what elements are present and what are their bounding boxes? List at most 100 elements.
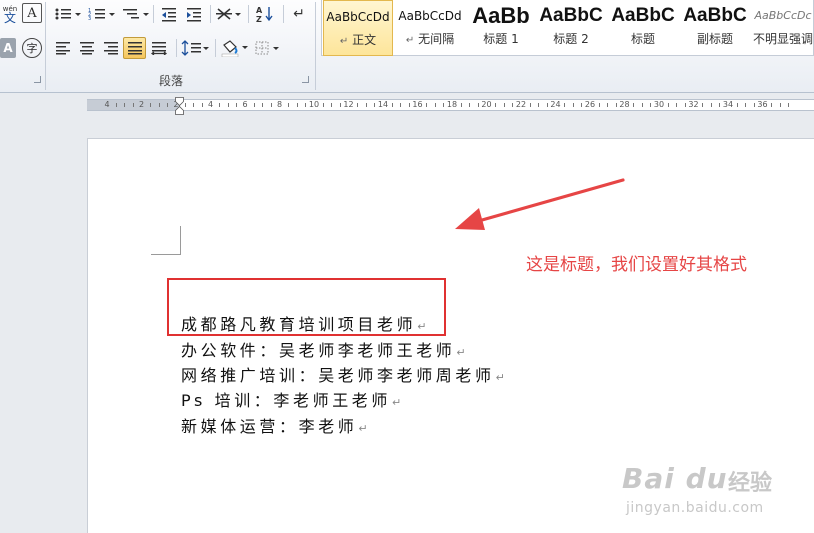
- watermark-url: jingyan.baidu.com: [626, 500, 764, 516]
- ruler-minor-tick: [434, 103, 436, 107]
- character-shading-button[interactable]: A: [0, 38, 16, 58]
- justify-button[interactable]: [123, 37, 146, 59]
- enclose-characters-button[interactable]: 字: [22, 38, 42, 58]
- show-hide-marks-button[interactable]: ↵: [288, 3, 310, 25]
- ruler-minor-tick: [615, 103, 617, 107]
- ruler-minor-tick: [572, 103, 574, 107]
- ruler-minor-tick: [253, 103, 255, 107]
- decrease-indent-icon: [162, 8, 176, 22]
- style-name: 标题 1: [483, 32, 519, 46]
- chinese-layout-icon: [216, 8, 241, 20]
- watermark-logo: Bai du: [622, 462, 728, 495]
- style-subtitle[interactable]: AaBbC 副标题: [680, 0, 750, 56]
- align-left-button[interactable]: [52, 37, 74, 59]
- font-dialog-launcher[interactable]: [34, 76, 41, 83]
- horizontal-ruler[interactable]: 4 2 2 4 6 8 10 12 14 16 18 20 22 24 26 28 30 32 34 36: [87, 99, 814, 111]
- style-preview: AaBbC: [539, 5, 603, 26]
- style-name: 标题 2: [553, 32, 589, 46]
- group-separator: [45, 2, 46, 90]
- distributed-align-button[interactable]: [148, 37, 170, 59]
- style-heading-2[interactable]: AaBbC 标题 2: [536, 0, 606, 56]
- ruler-label: 10: [308, 100, 320, 109]
- ruler-minor-tick: [702, 103, 704, 107]
- paragraph-dialog-launcher[interactable]: [302, 76, 309, 83]
- ruler-minor-tick: [158, 103, 160, 107]
- ruler-minor-tick: [132, 103, 134, 107]
- paragraph-mark: ↵: [417, 320, 427, 333]
- ruler-minor-tick: [115, 103, 117, 107]
- ruler-minor-tick: [503, 103, 505, 107]
- document-line[interactable]: 新媒体运营：李老师↵: [181, 413, 368, 437]
- ruler-minor-tick: [788, 103, 790, 107]
- justify-icon: [127, 42, 142, 55]
- paint-bucket-icon: [221, 40, 248, 57]
- ruler-minor-tick: [443, 103, 445, 107]
- style-normal[interactable]: AaBbCcDd ↵ 正文: [323, 0, 393, 56]
- character-border-button[interactable]: A: [22, 3, 42, 23]
- borders-icon: [255, 41, 279, 55]
- ruler-minor-tick: [124, 103, 126, 107]
- ruler-minor-tick: [598, 103, 600, 107]
- ruler-minor-tick: [676, 103, 678, 107]
- toolbar-separator: [215, 39, 216, 57]
- multilevel-list-button[interactable]: [120, 3, 150, 25]
- toolbar-separator: [210, 5, 211, 23]
- numbering-icon: 1 2 3: [88, 8, 115, 22]
- ruler-minor-tick: [607, 103, 609, 107]
- bullets-button[interactable]: [52, 3, 82, 25]
- ruler-minor-tick: [745, 103, 747, 107]
- style-title[interactable]: AaBbC 标题: [608, 0, 678, 56]
- ruler-minor-tick: [719, 103, 721, 107]
- ruler-label: 4: [104, 100, 110, 109]
- document-line[interactable]: 办公软件：吴老师李老师王老师↵: [181, 337, 466, 361]
- align-center-icon: [80, 42, 94, 55]
- styles-gallery: AaBbCcDd ↵ 正文 AaBbCcDd ↵ 无间隔 AaBb 标题 1 A…: [321, 0, 814, 56]
- ruler-minor-tick: [391, 103, 393, 107]
- style-preview: AaBbCcDd: [398, 9, 462, 23]
- shading-button[interactable]: [219, 37, 249, 59]
- line-text: 办公软件：吴老师李老师王老师: [181, 341, 456, 360]
- document-title-line[interactable]: 成都路凡教育培训项目老师↵: [181, 311, 426, 335]
- ruler-minor-tick: [779, 103, 781, 107]
- style-subtle-emphasis[interactable]: AaBbCcDc 不明显强调: [752, 0, 814, 56]
- indent-marker-icon[interactable]: [175, 97, 184, 117]
- increase-indent-button[interactable]: [183, 3, 205, 25]
- ruler-minor-tick: [331, 103, 333, 107]
- ruler-label: 4: [207, 100, 214, 109]
- sort-icon: A Z: [256, 6, 273, 23]
- ruler-label: 30: [653, 100, 665, 109]
- align-right-button[interactable]: [100, 37, 122, 59]
- baidu-jingyan-watermark: Bai du 经验 jingyan.baidu.com: [622, 462, 772, 518]
- chinese-layout-button[interactable]: [214, 3, 244, 25]
- ruler-label: 26: [584, 100, 596, 109]
- ruler-minor-tick: [546, 103, 548, 107]
- borders-button[interactable]: [253, 37, 283, 59]
- sort-button[interactable]: A Z: [253, 3, 277, 25]
- ruler-label: 36: [757, 100, 768, 109]
- ruler-label: 32: [688, 100, 699, 109]
- ruler-minor-tick: [667, 103, 669, 107]
- paragraph-mark: ↵: [392, 396, 402, 409]
- ruler-label: 16: [412, 100, 423, 109]
- ruler-minor-tick: [374, 103, 376, 107]
- bullets-icon: [55, 8, 81, 20]
- style-no-spacing[interactable]: AaBbCcDd ↵ 无间隔: [395, 0, 465, 56]
- align-center-button[interactable]: [76, 37, 98, 59]
- ruler-minor-tick: [167, 103, 169, 107]
- numbering-button[interactable]: 1 2 3: [86, 3, 116, 25]
- ruler-minor-tick: [477, 103, 479, 107]
- ruler-minor-tick: [184, 103, 186, 107]
- line-spacing-button[interactable]: [180, 37, 210, 59]
- ruler-label: 8: [276, 100, 283, 109]
- ruler-minor-tick: [150, 103, 152, 107]
- ruler-minor-tick: [426, 103, 428, 107]
- paragraph-group-label: 段落: [159, 74, 184, 88]
- ruler-label: 6: [242, 100, 248, 109]
- document-line[interactable]: 网络推广培训：吴老师李老师周老师↵: [181, 362, 505, 386]
- ruler-label: 28: [619, 100, 630, 109]
- document-line[interactable]: Ps 培训：李老师王老师↵: [181, 387, 401, 411]
- ruler-minor-tick: [650, 103, 652, 107]
- phonetic-guide-button[interactable]: wén 文: [0, 2, 20, 26]
- style-heading-1[interactable]: AaBb 标题 1: [468, 0, 534, 56]
- decrease-indent-button[interactable]: [158, 3, 180, 25]
